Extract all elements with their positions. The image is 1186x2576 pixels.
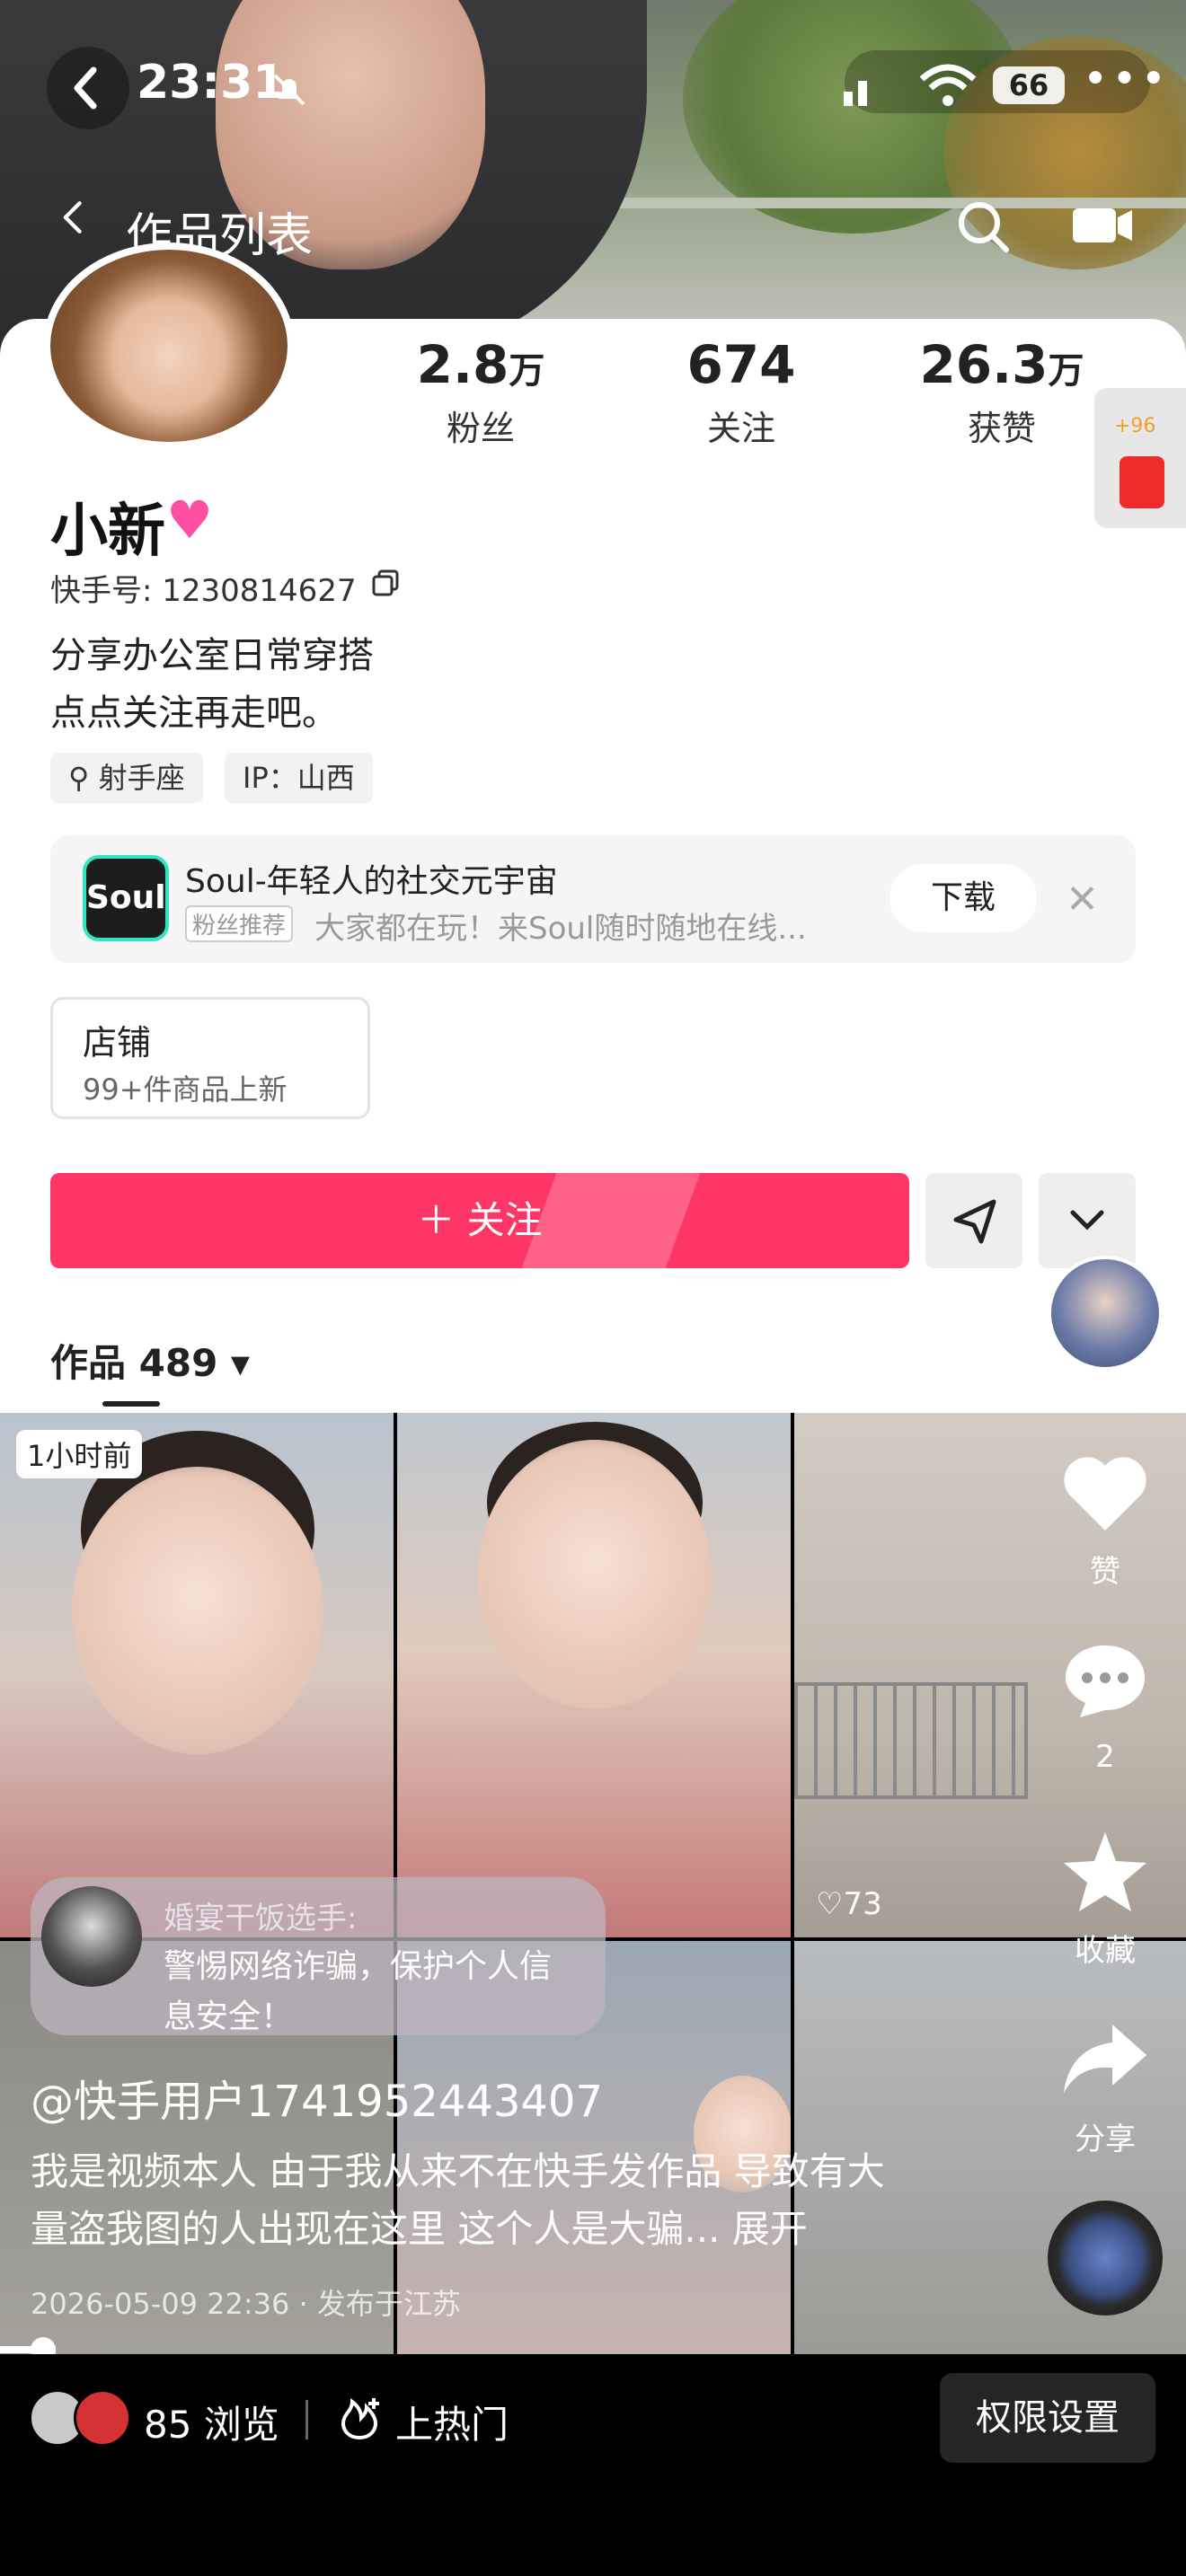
floating-avatar[interactable]: [1048, 1256, 1163, 1371]
pink-heart-icon: ♥: [166, 490, 213, 551]
kuaishou-id: 快手号: 1230814627: [50, 573, 357, 609]
action-label: 2: [1095, 1739, 1115, 1775]
heart-outline-icon: ♡: [816, 1886, 844, 1922]
action-label: 分享: [1075, 2122, 1136, 2157]
soul-logo: Soul: [83, 855, 169, 941]
battery-indicator: 66: [993, 66, 1065, 104]
red-packet-plus: +96: [1114, 415, 1156, 437]
tag-label: 射手座: [98, 761, 185, 795]
views-count[interactable]: 85 浏览: [144, 2395, 279, 2449]
bio-line: 分享办公室日常穿搭: [50, 635, 374, 676]
video-thumbnail[interactable]: [0, 1413, 394, 1937]
camera-icon[interactable]: [1069, 201, 1134, 248]
chevron-down-icon: [1070, 1210, 1104, 1231]
more-dots-icon[interactable]: •••: [1083, 54, 1170, 104]
back-arrow-icon[interactable]: [54, 199, 90, 235]
tag-ip: IP：山西: [225, 753, 373, 803]
shop-title: 店铺: [83, 1023, 152, 1063]
stat-number: 2.8: [416, 334, 509, 395]
status-back-button[interactable]: [47, 47, 129, 129]
magnifier-icon: ⚲: [68, 761, 99, 795]
tag-zodiac[interactable]: ⚲ 射手座: [50, 753, 203, 803]
viewer-avatar: [74, 2389, 131, 2447]
stat-number: 26.3: [919, 334, 1049, 395]
copy-icon[interactable]: [370, 568, 401, 598]
stat-label: 粉丝: [446, 409, 515, 448]
bio-line: 点点关注再走吧。: [50, 693, 338, 734]
promote-button[interactable]: 上热门: [395, 2395, 509, 2449]
music-disc[interactable]: [1048, 2201, 1163, 2316]
stat-unit: 万: [509, 350, 545, 392]
video-description[interactable]: 我是视频本人 由于我从来不在快手发作品 导致有大量盗我图的人出现在这里 这个人是…: [31, 2143, 893, 2258]
flame-icon: [341, 2398, 379, 2440]
plus-icon: ＋: [417, 1198, 467, 1242]
shop-subtitle: 99+件商品上新: [83, 1072, 288, 1107]
works-label: 作品 489: [50, 1341, 218, 1385]
divider: [305, 2400, 308, 2439]
bell-muted-icon: [273, 74, 305, 106]
profile-name: 小新: [50, 498, 165, 565]
comment-text: 警惕网络诈骗，保护个人信息安全！: [164, 1948, 553, 2035]
works-tab[interactable]: 作品 489 ▾: [50, 1333, 250, 1388]
chevron-left-icon: [74, 66, 97, 110]
avatar[interactable]: [43, 243, 295, 449]
signal-icon: [844, 81, 867, 106]
wifi-icon: [919, 64, 977, 106]
video-date: 2026-05-09 22:36 · 发布于江苏: [31, 2287, 461, 2321]
action-label: 赞: [1090, 1554, 1120, 1590]
follow-button[interactable]: ＋ 关注: [50, 1173, 909, 1268]
ad-description: 大家都在玩！来Soul随时随地在线...: [314, 911, 807, 947]
thumbnail-like-count: ♡73: [816, 1886, 882, 1922]
works-tab-underline: [102, 1401, 160, 1407]
stat-label: 获赞: [967, 409, 1036, 448]
commenter-avatar: [41, 1886, 142, 1987]
share-icon[interactable]: [1060, 2021, 1150, 2096]
commenter-name: 婚宴干饭选手:: [164, 1901, 358, 1936]
follow-label: 关注: [466, 1198, 543, 1242]
like-count-value: 73: [843, 1886, 882, 1922]
video-thumbnail[interactable]: [397, 1413, 791, 1937]
stat-number: 674: [686, 334, 796, 395]
ad-badge: 粉丝推荐: [185, 905, 294, 942]
heart-icon[interactable]: [1060, 1453, 1150, 1534]
send-icon: [953, 1199, 996, 1244]
close-icon[interactable]: ✕: [1066, 877, 1099, 922]
time-badge: 1小时前: [16, 1430, 143, 1478]
video-author[interactable]: @快手用户1741952443407: [31, 2066, 603, 2129]
dropdown-button[interactable]: [1039, 1173, 1136, 1268]
stat-unit: 万: [1048, 350, 1084, 392]
tag-label: IP：山西: [243, 761, 355, 795]
star-icon[interactable]: [1060, 1829, 1150, 1915]
action-label: 收藏: [1075, 1933, 1136, 1969]
send-button[interactable]: [925, 1173, 1022, 1268]
red-envelope-icon: [1120, 456, 1164, 508]
stat-fans[interactable]: 2.8万 粉丝: [364, 334, 597, 450]
permission-settings-button[interactable]: 权限设置: [940, 2373, 1155, 2463]
comment-icon[interactable]: [1060, 1640, 1150, 1721]
search-icon[interactable]: [952, 196, 1013, 257]
ad-download-button[interactable]: 下载: [890, 864, 1037, 932]
stat-label: 关注: [706, 409, 775, 448]
caret-down-icon: ▾: [230, 1341, 251, 1385]
status-time: 23:31: [137, 56, 286, 110]
ad-title: Soul-年轻人的社交元宇宙: [185, 863, 558, 900]
stat-following[interactable]: 674 关注: [624, 334, 858, 450]
stat-likes[interactable]: 26.3万 获赞: [885, 334, 1119, 450]
